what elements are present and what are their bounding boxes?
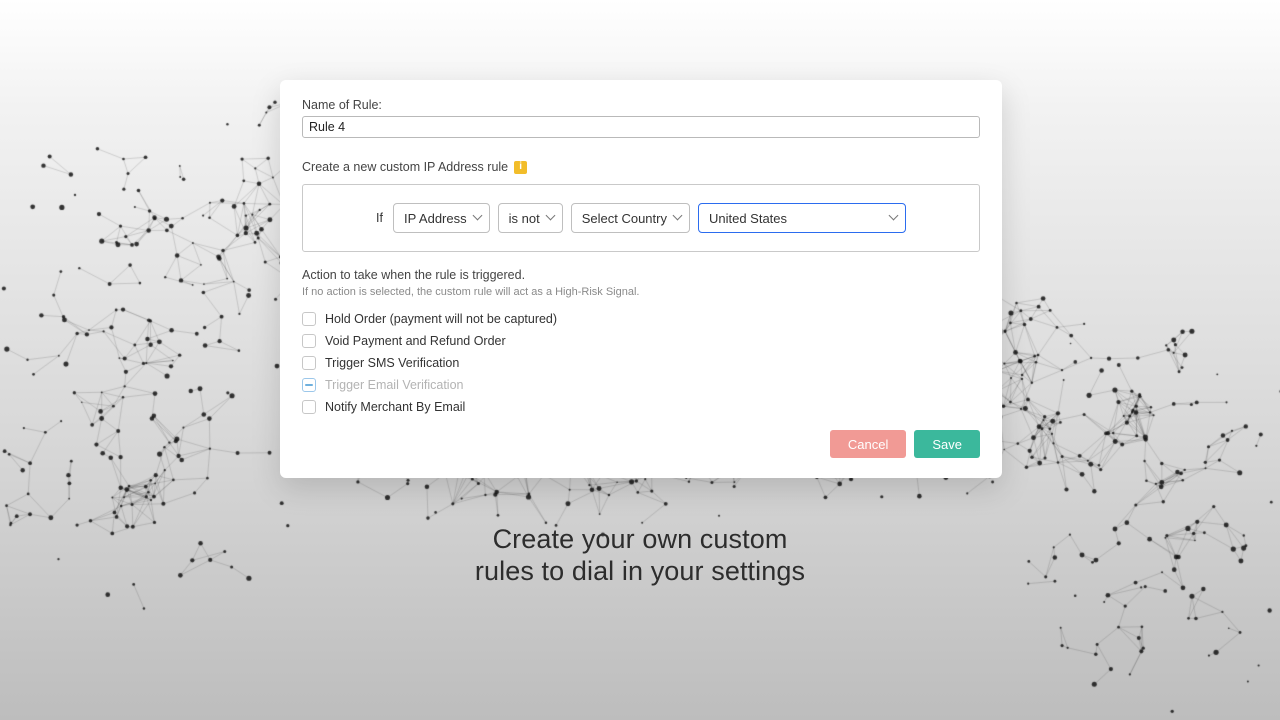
country-select[interactable]: United States [698, 203, 906, 233]
cancel-button[interactable]: Cancel [830, 430, 906, 458]
field-select-value: IP Address [404, 211, 467, 226]
check-notify-merchant[interactable]: Notify Merchant By Email [302, 400, 980, 414]
check-sms-verification[interactable]: Trigger SMS Verification [302, 356, 980, 370]
chevron-down-icon [890, 214, 898, 222]
check-hold-order[interactable]: Hold Order (payment will not be captured… [302, 312, 980, 326]
rule-editor-card: Name of Rule: Create a new custom IP Add… [280, 80, 1002, 478]
rule-condition-row: If IP Address is not Select Country Unit… [302, 184, 980, 252]
checkbox-indeterminate-icon [302, 378, 316, 392]
chevron-down-icon [547, 214, 555, 222]
chevron-down-icon [474, 214, 482, 222]
section-label: Create a new custom IP Address rule i [302, 160, 980, 174]
operator-select[interactable]: is not [498, 203, 563, 233]
check-void-payment[interactable]: Void Payment and Refund Order [302, 334, 980, 348]
check-label: Trigger Email Verification [325, 378, 463, 392]
check-label: Void Payment and Refund Order [325, 334, 506, 348]
check-email-verification: Trigger Email Verification [302, 378, 980, 392]
button-row: Cancel Save [302, 430, 980, 458]
checkbox-icon [302, 312, 316, 326]
field-select[interactable]: IP Address [393, 203, 490, 233]
country-group-select[interactable]: Select Country [571, 203, 690, 233]
checkbox-icon [302, 356, 316, 370]
chevron-down-icon [674, 214, 682, 222]
tagline-line2: rules to dial in your settings [475, 556, 805, 588]
action-checkbox-list: Hold Order (payment will not be captured… [302, 312, 980, 414]
check-label: Trigger SMS Verification [325, 356, 459, 370]
checkbox-icon [302, 334, 316, 348]
marketing-tagline: Create your own custom rules to dial in … [475, 524, 805, 588]
check-label: Hold Order (payment will not be captured… [325, 312, 557, 326]
country-group-select-value: Select Country [582, 211, 667, 226]
action-subtext: If no action is selected, the custom rul… [302, 286, 980, 298]
section-label-text: Create a new custom IP Address rule [302, 160, 508, 174]
checkbox-icon [302, 400, 316, 414]
action-heading: Action to take when the rule is triggere… [302, 268, 980, 282]
check-label: Notify Merchant By Email [325, 400, 465, 414]
if-label: If [376, 211, 383, 225]
info-icon[interactable]: i [514, 161, 527, 174]
rule-name-input[interactable] [302, 116, 980, 138]
save-button[interactable]: Save [914, 430, 980, 458]
tagline-line1: Create your own custom [475, 524, 805, 556]
name-label: Name of Rule: [302, 98, 980, 112]
country-select-value: United States [709, 211, 787, 226]
operator-select-value: is not [509, 211, 540, 226]
